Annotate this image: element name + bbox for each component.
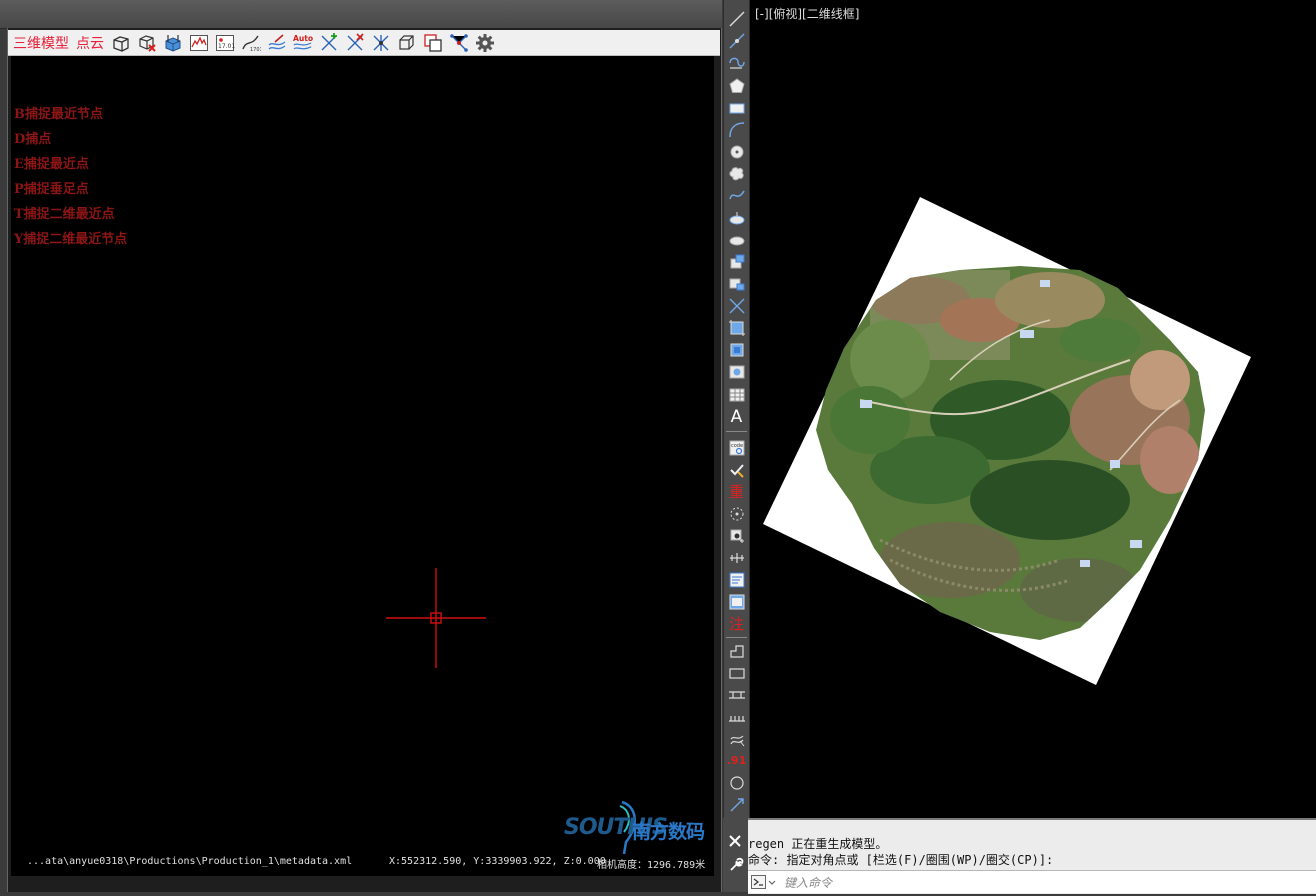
annotate-icon[interactable]: 注 [726,613,747,634]
status-coordinates: X:552312.590, Y:3339903.922, Z:0.000 [389,856,606,867]
drawing-tool-palette: A code 重 注 .91 [723,0,750,892]
logo-brand-cn: 南方数码 [632,821,705,843]
zoom-extents-icon[interactable] [726,525,747,546]
command-input[interactable] [782,873,1306,893]
dimension-icon[interactable] [726,547,747,568]
snap-cross-icon[interactable] [370,32,391,53]
hatch-icon[interactable] [726,317,747,338]
snap-option[interactable]: P捕捉垂足点 [14,181,127,206]
crosshair-cursor-icon [386,568,486,668]
orthophoto-image [763,197,1251,685]
command-history: regen 正在重生成模型。 命令: 指定对角点或 [栏选(F)/圈围(WP)/… [748,836,1053,868]
close-icon[interactable] [729,835,741,847]
viewer-title-bar[interactable] [0,0,722,29]
polyline-icon[interactable] [726,52,747,73]
trim-icon[interactable] [726,295,747,316]
ellipse-arc-icon[interactable] [726,229,747,250]
southis-logo: SOUTHIS 南方数码 [564,798,705,856]
wrench-icon[interactable] [730,857,744,871]
point-select-icon[interactable] [726,503,747,524]
svg-text:code: code [731,443,743,449]
contour-label-icon[interactable] [266,32,287,53]
viewer-toolbar: 三维模型 点云 17.01 1701 Auto [8,30,720,56]
rectangle-icon[interactable] [726,97,747,118]
copy-box-icon[interactable] [422,32,443,53]
boundary-icon[interactable] [726,339,747,360]
auto-label: Auto [293,34,313,43]
layer-cube-icon[interactable] [162,32,183,53]
command-line-panel: regen 正在重生成模型。 命令: 指定对角点或 [栏选(F)/圈围(WP)/… [748,818,1316,894]
fence-icon[interactable] [726,706,747,727]
spline-icon[interactable] [726,185,747,206]
snap-option[interactable]: E捕捉最近点 [14,156,127,181]
snap-options-list: B捕捉最近节点 D捕点 E捕捉最近点 P捕捉垂足点 T捕捉二维最近点 Y捕捉二维… [14,106,127,256]
command-line-sidebar [723,818,748,892]
cube-wire-icon[interactable] [396,32,417,53]
vegetation-icon[interactable] [726,728,747,749]
rectangle-outline-icon[interactable] [726,662,747,683]
elevation-label-icon[interactable]: 17.01 [214,32,235,53]
check-icon[interactable] [726,459,747,480]
construction-line-icon[interactable] [726,30,747,51]
scale-icon[interactable] [726,794,747,815]
circle-outline-icon[interactable] [726,772,747,793]
box-select-icon[interactable] [110,32,131,53]
text-icon[interactable]: A [726,406,747,427]
snap-option[interactable]: Y捕捉二维最近节点 [14,231,127,256]
circle-icon[interactable] [726,141,747,162]
region-icon[interactable] [726,361,747,382]
profile-chart-icon[interactable] [188,32,209,53]
auto-contour-icon[interactable]: Auto [292,32,313,53]
building-outline-icon[interactable] [726,640,747,661]
edit-attribute-icon[interactable] [726,569,747,590]
mode-3d-model-button[interactable]: 三维模型 [13,33,69,53]
command-input-row [748,870,1316,893]
command-prompt-icon[interactable] [751,875,777,889]
mode-point-cloud-button[interactable]: 点云 [76,33,104,53]
svg-text:17.01: 17.01 [218,43,235,50]
snap-option[interactable]: T捕捉二维最近点 [14,206,127,231]
command-history-line: regen 正在重生成模型。 [748,837,888,851]
revision-cloud-icon[interactable] [726,163,747,184]
settings-gear-icon[interactable] [474,32,495,53]
contour-line-icon[interactable]: 1701 [240,32,261,53]
status-file-path: ...ata\anyue0318\Productions\Production_… [27,856,353,867]
snap-option[interactable]: B捕捉最近节点 [14,106,127,131]
snap-point-icon[interactable] [318,32,339,53]
arc-icon[interactable] [726,119,747,140]
code-query-icon[interactable]: code [726,437,747,458]
polygon-icon[interactable] [726,75,747,96]
command-history-line: 命令: 指定对角点或 [栏选(F)/圈围(WP)/圈交(CP)]: [748,853,1054,867]
road-icon[interactable] [726,684,747,705]
viewer-status-bar: ...ata\anyue0318\Productions\Production_… [22,852,714,872]
status-camera-height: 相机高度：1296.789米 [597,860,706,871]
snap-line-icon[interactable] [344,32,365,53]
elevation-point-icon[interactable]: .91 [726,750,747,771]
node-network-icon[interactable] [448,32,469,53]
snap-option[interactable]: D捕点 [14,131,127,156]
cad-model-viewport[interactable]: [-][俯视][二维线框] [750,0,1316,818]
box-delete-icon[interactable] [136,32,157,53]
svg-text:1701: 1701 [250,47,261,53]
insert-block-icon[interactable] [726,251,747,272]
3d-viewport[interactable]: B捕捉最近节点 D捕点 E捕捉最近点 P捕捉垂足点 T捕捉二维最近点 Y捕捉二维… [11,56,714,876]
table-icon[interactable] [726,384,747,405]
regen-icon[interactable]: 重 [726,481,747,502]
line-icon[interactable] [726,8,747,29]
make-block-icon[interactable] [726,273,747,294]
ellipse-icon[interactable] [726,207,747,228]
frame-icon[interactable] [726,591,747,612]
